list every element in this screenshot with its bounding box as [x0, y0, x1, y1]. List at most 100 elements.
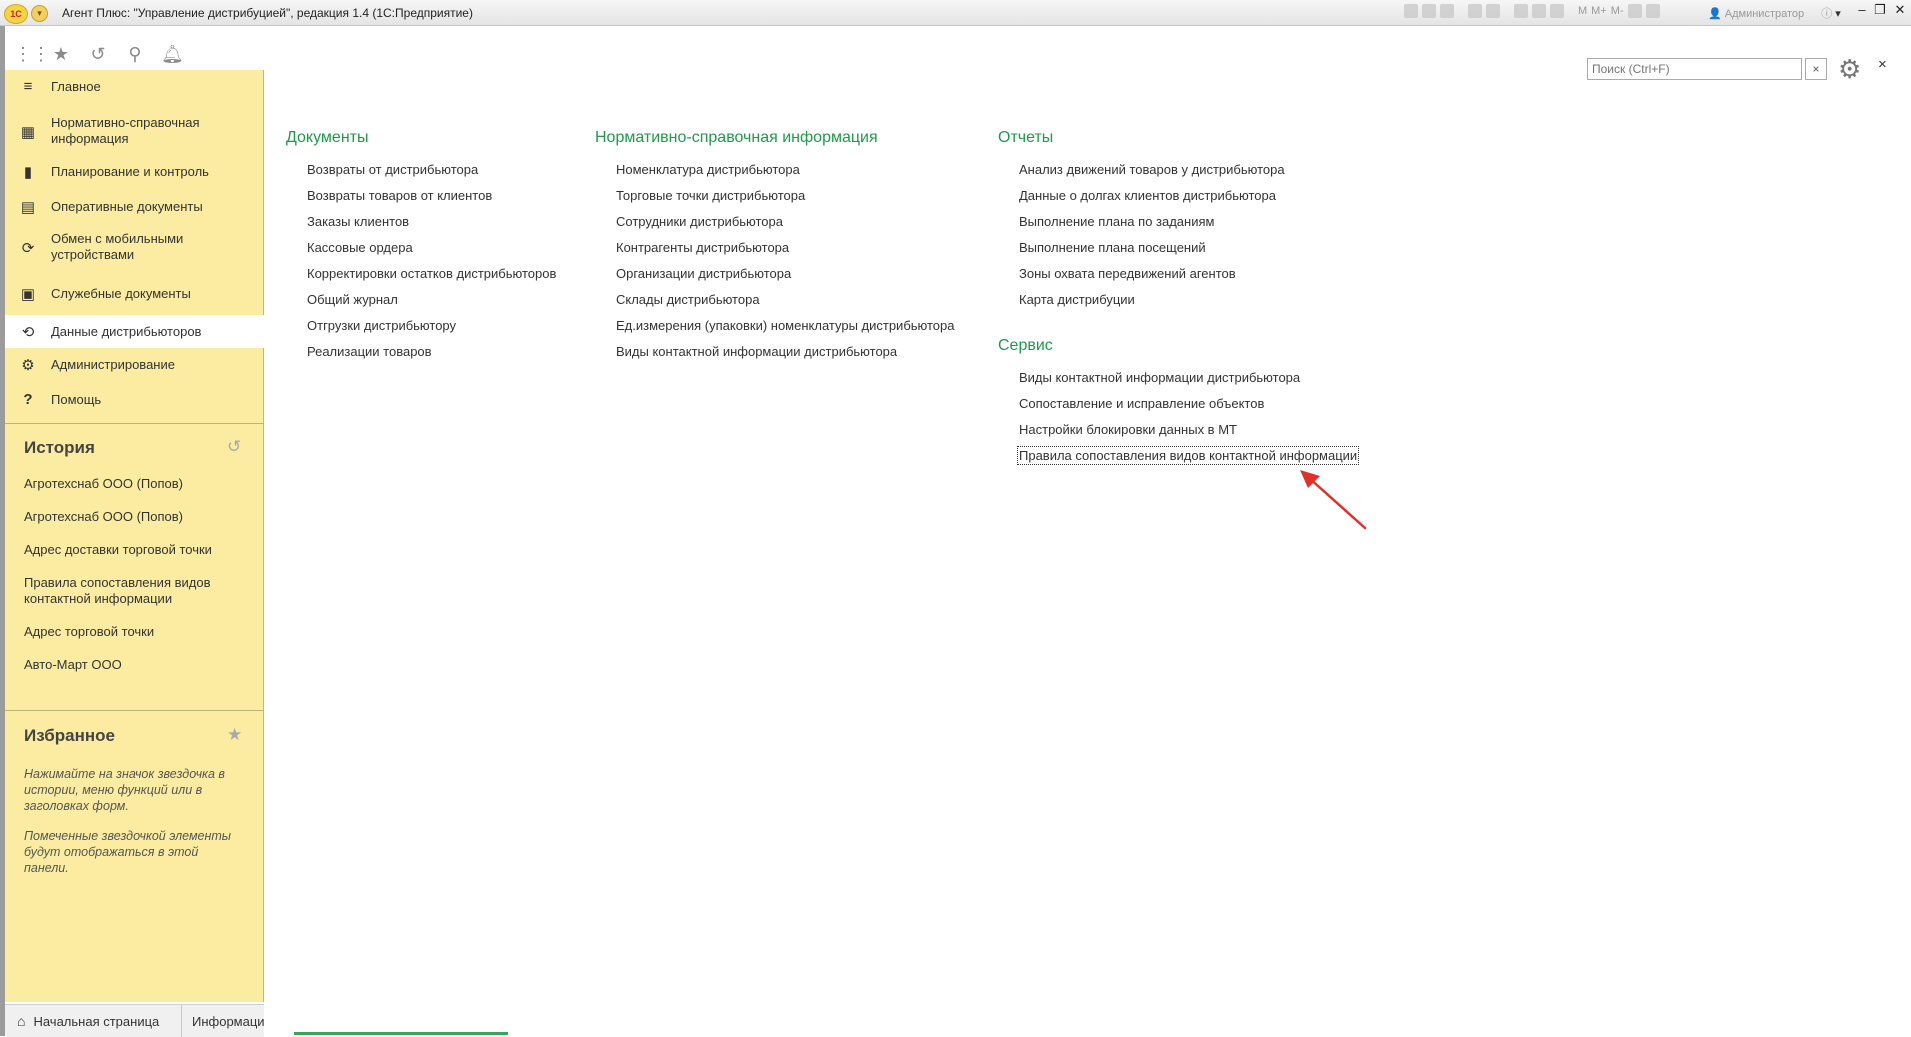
link-item[interactable]: Возвраты от дистрибьютора — [307, 162, 478, 177]
search-icon[interactable]: ⚲ — [125, 44, 145, 64]
history-icon[interactable]: ↺ — [227, 437, 241, 457]
link-item[interactable]: Анализ движений товаров у дистрибьютора — [1019, 162, 1285, 177]
section-main[interactable]: ≡ Главное — [5, 70, 264, 104]
window-layout-icon[interactable] — [1645, 4, 1660, 18]
group-title-documents: Документы — [286, 129, 369, 146]
table-view-icon[interactable] — [1532, 4, 1546, 18]
title-bar: 1С ▾ Агент Плюс: "Управление дистрибуцие… — [0, 0, 1911, 26]
tab-home-page[interactable]: ⌂ Начальная страница — [17, 1005, 159, 1037]
favorites-title: Избранное — [24, 726, 115, 745]
minimize-button[interactable]: – — [1852, 2, 1872, 17]
section-help[interactable]: ? Помощь — [5, 385, 264, 415]
history-item[interactable]: Адрес торговой точки — [24, 624, 244, 640]
section-label: Служебные документы — [51, 286, 191, 301]
question-icon: ? — [23, 391, 33, 408]
user-icon: 👤 — [1708, 8, 1722, 20]
link-item[interactable]: Отгрузки дистрибьютору — [307, 318, 456, 333]
restore-button[interactable]: ❐ — [1870, 2, 1890, 18]
quick-toolbar: ⋮⋮ ★ ↺ ⚲ 🔔︎ — [5, 36, 265, 70]
link-item[interactable]: Карта дистрибуции — [1019, 292, 1135, 307]
calculator-icon[interactable] — [1550, 4, 1564, 18]
preview-icon[interactable] — [1440, 4, 1454, 18]
history-icon[interactable]: ↺ — [88, 44, 108, 64]
section-label: Данные дистрибьюторов — [51, 324, 202, 339]
link-icon[interactable] — [1468, 4, 1482, 18]
active-tab-indicator — [294, 1032, 508, 1035]
history-item[interactable]: Агротехснаб ООО (Попов) — [24, 509, 244, 525]
link-item[interactable]: Ед.измерения (упаковки) номенклатуры дис… — [616, 318, 955, 333]
memory-minus-button[interactable]: M- — [1611, 4, 1624, 18]
section-distributor-data[interactable]: ⟲ Данные дистрибьюторов — [5, 315, 264, 348]
link-item[interactable]: Сопоставление и исправление объектов — [1019, 396, 1264, 411]
link-item[interactable]: Заказы клиентов — [307, 214, 409, 229]
link-item[interactable]: Кассовые ордера — [307, 240, 413, 255]
user-menu[interactable]: 👤 Администратор ⓘ ▾ — [1708, 5, 1841, 21]
print-icon[interactable] — [1422, 4, 1436, 18]
link-item[interactable]: Зоны охвата передвижений агентов — [1019, 266, 1236, 281]
sync-icon: ⟳ — [21, 240, 35, 257]
link-item[interactable]: Номенклатура дистрибьютора — [616, 162, 800, 177]
link-item[interactable]: Виды контактной информации дистрибьютора — [616, 344, 897, 359]
link-item[interactable]: Общий журнал — [307, 292, 398, 307]
section-nsi[interactable]: ▦ Нормативно-справочная информация — [5, 114, 264, 148]
search-input[interactable] — [1587, 58, 1802, 80]
memory-button[interactable]: M — [1578, 4, 1587, 18]
history-item[interactable]: Авто-Март ООО — [24, 657, 244, 673]
section-mobile-exchange[interactable]: ⟳ Обмен с мобильными устройствами — [5, 230, 264, 264]
calendar-icon[interactable] — [1514, 4, 1528, 18]
bell-icon[interactable]: 🔔︎ — [161, 44, 184, 64]
link-item[interactable]: Возвраты товаров от клиентов — [307, 188, 492, 203]
section-service-docs[interactable]: ▣ Служебные документы — [5, 280, 264, 308]
1c-logo-icon[interactable]: 1С — [4, 4, 28, 24]
link-item[interactable]: Выполнение плана по заданиям — [1019, 214, 1214, 229]
link-item[interactable]: Виды контактной информации дистрибьютора — [1019, 370, 1300, 385]
settings-gear-icon[interactable]: ⚙ — [1838, 54, 1861, 85]
copy-icon[interactable] — [1486, 4, 1500, 18]
home-icon: ⌂ — [17, 1013, 26, 1029]
history-item[interactable]: Правила сопоставления видов контактной и… — [24, 575, 224, 607]
group-title-nsi: Нормативно-справочная информация — [595, 129, 878, 146]
search-clear-button[interactable]: × — [1805, 58, 1827, 80]
close-window-button[interactable]: ✕ — [1890, 2, 1910, 18]
link-item[interactable]: Организации дистрибьютора — [616, 266, 791, 281]
link-item[interactable]: Выполнение плана посещений — [1019, 240, 1206, 255]
section-planning[interactable]: ▮ Планирование и контроль — [5, 158, 264, 186]
link-item[interactable]: Корректировки остатков дистрибьюторов — [307, 266, 556, 281]
close-form-button[interactable]: × — [1878, 56, 1887, 73]
group-title-reports: Отчеты — [998, 129, 1054, 146]
panel-divider — [5, 423, 264, 424]
history-item[interactable]: Адрес доставки торговой точки — [24, 542, 244, 558]
tab-separator — [181, 1005, 182, 1037]
link-item[interactable]: Реализации товаров — [307, 344, 432, 359]
distributor-data-icon: ⟲ — [21, 324, 35, 341]
apps-grid-icon[interactable]: ⋮⋮ — [14, 44, 50, 64]
save-icon[interactable] — [1404, 4, 1418, 18]
tab-label: Начальная страница — [33, 1013, 160, 1029]
main-menu-icon[interactable]: ▾ — [31, 5, 48, 22]
info-icon[interactable]: ⓘ — [1821, 8, 1832, 20]
link-item[interactable]: Данные о долгах клиентов дистрибьютора — [1019, 188, 1276, 203]
star-icon[interactable]: ★ — [51, 44, 71, 64]
zoom-icon[interactable] — [1627, 4, 1642, 18]
memory-plus-button[interactable]: M+ — [1591, 4, 1607, 18]
link-item-focused[interactable]: Правила сопоставления видов контактной и… — [1016, 446, 1360, 465]
link-item[interactable]: Контрагенты дистрибьютора — [616, 240, 789, 255]
tab-label: Информация — [192, 1013, 264, 1029]
link-item[interactable]: Склады дистрибьютора — [616, 292, 760, 307]
history-item[interactable]: Агротехснаб ООО (Попов) — [24, 476, 244, 492]
section-label: Главное — [51, 79, 101, 94]
link-item[interactable]: Сотрудники дистрибьютора — [616, 214, 783, 229]
sections-panel: ≡ Главное ▦ Нормативно-справочная информ… — [5, 70, 264, 1002]
link-item[interactable]: Торговые точки дистрибьютора — [616, 188, 805, 203]
section-administration[interactable]: ⚙ Администрирование — [5, 350, 264, 380]
link-item[interactable]: Настройки блокировки данных в МТ — [1019, 422, 1237, 437]
title-toolbar: M M+ M- — [1404, 4, 1660, 18]
panel-divider — [5, 710, 264, 711]
star-icon[interactable]: ★ — [227, 725, 242, 745]
tab-information[interactable]: Информация — [192, 1005, 264, 1037]
favorites-hint: Нажимайте на значок звездочка в истории,… — [24, 767, 225, 813]
chevron-down-icon[interactable]: ▾ — [1835, 8, 1841, 20]
section-operative-docs[interactable]: ▤ Оперативные документы — [5, 193, 264, 221]
group-title-service: Сервис — [998, 337, 1053, 354]
menu-lines-icon: ≡ — [23, 78, 33, 95]
